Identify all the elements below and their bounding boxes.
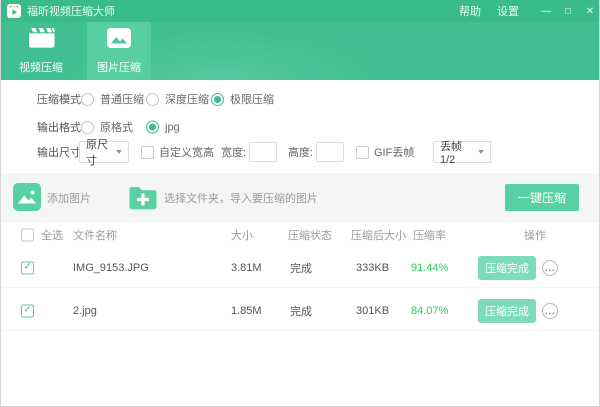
row-checkbox[interactable] [21, 261, 34, 274]
tab-image-compress[interactable]: 图片压缩 [87, 22, 151, 80]
custom-size-checkbox[interactable]: 自定义宽高 [141, 144, 214, 160]
close-button[interactable]: ✕ [579, 0, 600, 22]
tab-video-compress[interactable]: 视频压缩 [9, 22, 73, 80]
checkbox-icon [356, 146, 369, 159]
radio-jpg-format[interactable]: jpg [146, 121, 180, 134]
cell-compressed-size: 333KB [356, 262, 389, 274]
file-toolbar: 添加图片 选择文件夹，导入要压缩的图片 一键压缩 [1, 173, 600, 222]
compress-mode-label: 压缩模式 [37, 91, 81, 107]
tab-bar: 视频压缩 图片压缩 [1, 22, 600, 80]
chevron-down-icon [116, 150, 122, 154]
select-folder-label[interactable]: 选择文件夹，导入要压缩的图片 [164, 190, 318, 206]
height-input[interactable] [316, 142, 344, 162]
clapperboard-icon [28, 27, 55, 53]
image-icon [107, 28, 131, 53]
radio-original-format[interactable]: 原格式 [81, 119, 133, 135]
settings-link[interactable]: 设置 [497, 3, 519, 19]
size-preset-select[interactable]: 原尺寸 [79, 141, 129, 163]
output-size-label: 输出尺寸 [37, 144, 81, 160]
more-options-icon[interactable]: … [542, 303, 558, 319]
output-format-label: 输出格式 [37, 119, 81, 135]
output-format-row: 输出格式 原格式 jpg [1, 116, 600, 138]
col-compressed-size: 压缩后大小 [351, 227, 406, 243]
table-row: 2.jpg 1.85M 完成 301KB 84.07% 压缩完成 … [1, 291, 600, 331]
select-all-label[interactable]: 全选 [41, 227, 63, 243]
add-images-label[interactable]: 添加图片 [47, 190, 91, 206]
radio-deep-compress[interactable]: 深度压缩 [146, 91, 209, 107]
cell-ratio: 84.07% [411, 305, 448, 317]
radio-icon [81, 121, 94, 134]
chevron-down-icon [478, 150, 484, 154]
radio-normal-compress[interactable]: 普通压缩 [81, 91, 144, 107]
compress-done-button[interactable]: 压缩完成 [478, 299, 536, 323]
cell-compressed-size: 301KB [356, 305, 389, 317]
table-header: 全选 文件名称 大小 压缩状态 压缩后大小 压缩率 操作 [1, 222, 600, 248]
compress-done-button[interactable]: 压缩完成 [478, 256, 536, 280]
radio-extreme-compress[interactable]: 极限压缩 [211, 91, 274, 107]
titlebar-right: 帮助 设置 — □ ✕ [459, 0, 600, 22]
app-logo-icon [7, 4, 21, 18]
table-row: IMG_9153.JPG 3.81M 完成 333KB 91.44% 压缩完成 … [1, 248, 600, 288]
output-size-row: 输出尺寸 原尺寸 自定义宽高 宽度: 高度: GIF丢帧 丢帧1/2 [1, 141, 600, 163]
height-label: 高度: [288, 144, 313, 160]
cell-filename: IMG_9153.JPG [73, 262, 149, 274]
add-image-icon [13, 183, 41, 211]
gif-dropframe-checkbox[interactable]: GIF丢帧 [356, 144, 414, 160]
minimize-button[interactable]: — [535, 0, 557, 22]
width-label: 宽度: [221, 144, 246, 160]
cell-status: 完成 [290, 260, 312, 276]
app-window: 福昕视频压缩大师 帮助 设置 — □ ✕ 视频压缩 [0, 0, 600, 407]
col-ratio: 压缩率 [413, 227, 446, 243]
titlebar: 福昕视频压缩大师 帮助 设置 — □ ✕ [1, 0, 600, 22]
maximize-button[interactable]: □ [557, 0, 579, 22]
select-folder-button[interactable] [128, 185, 158, 210]
cell-status: 完成 [290, 303, 312, 319]
col-action: 操作 [524, 227, 546, 243]
tab-video-label: 视频压缩 [19, 59, 63, 75]
radio-selected-icon [211, 93, 224, 106]
select-all-checkbox[interactable] [21, 229, 34, 242]
app-title: 福昕视频压缩大师 [27, 3, 115, 19]
col-filename: 文件名称 [73, 227, 117, 243]
folder-plus-icon [128, 185, 158, 210]
width-input[interactable] [249, 142, 277, 162]
col-size: 大小 [231, 227, 253, 243]
cell-filename: 2.jpg [73, 305, 97, 317]
settings-panel: 压缩模式 普通压缩 深度压缩 极限压缩 输出格式 原格式 jpg [1, 80, 600, 173]
checkbox-icon [141, 146, 154, 159]
add-images-button[interactable] [13, 183, 41, 211]
row-checkbox[interactable] [21, 304, 34, 317]
more-options-icon[interactable]: … [542, 260, 558, 276]
radio-selected-icon [146, 121, 159, 134]
col-status: 压缩状态 [288, 227, 332, 243]
compress-mode-row: 压缩模式 普通压缩 深度压缩 极限压缩 [1, 88, 600, 110]
cell-size: 3.81M [231, 262, 262, 274]
radio-icon [81, 93, 94, 106]
radio-icon [146, 93, 159, 106]
tab-image-label: 图片压缩 [97, 59, 141, 75]
frame-preset-select[interactable]: 丢帧1/2 [433, 141, 491, 163]
help-link[interactable]: 帮助 [459, 3, 481, 19]
cell-size: 1.85M [231, 305, 262, 317]
cell-ratio: 91.44% [411, 262, 448, 274]
compress-all-button[interactable]: 一键压缩 [505, 184, 579, 211]
